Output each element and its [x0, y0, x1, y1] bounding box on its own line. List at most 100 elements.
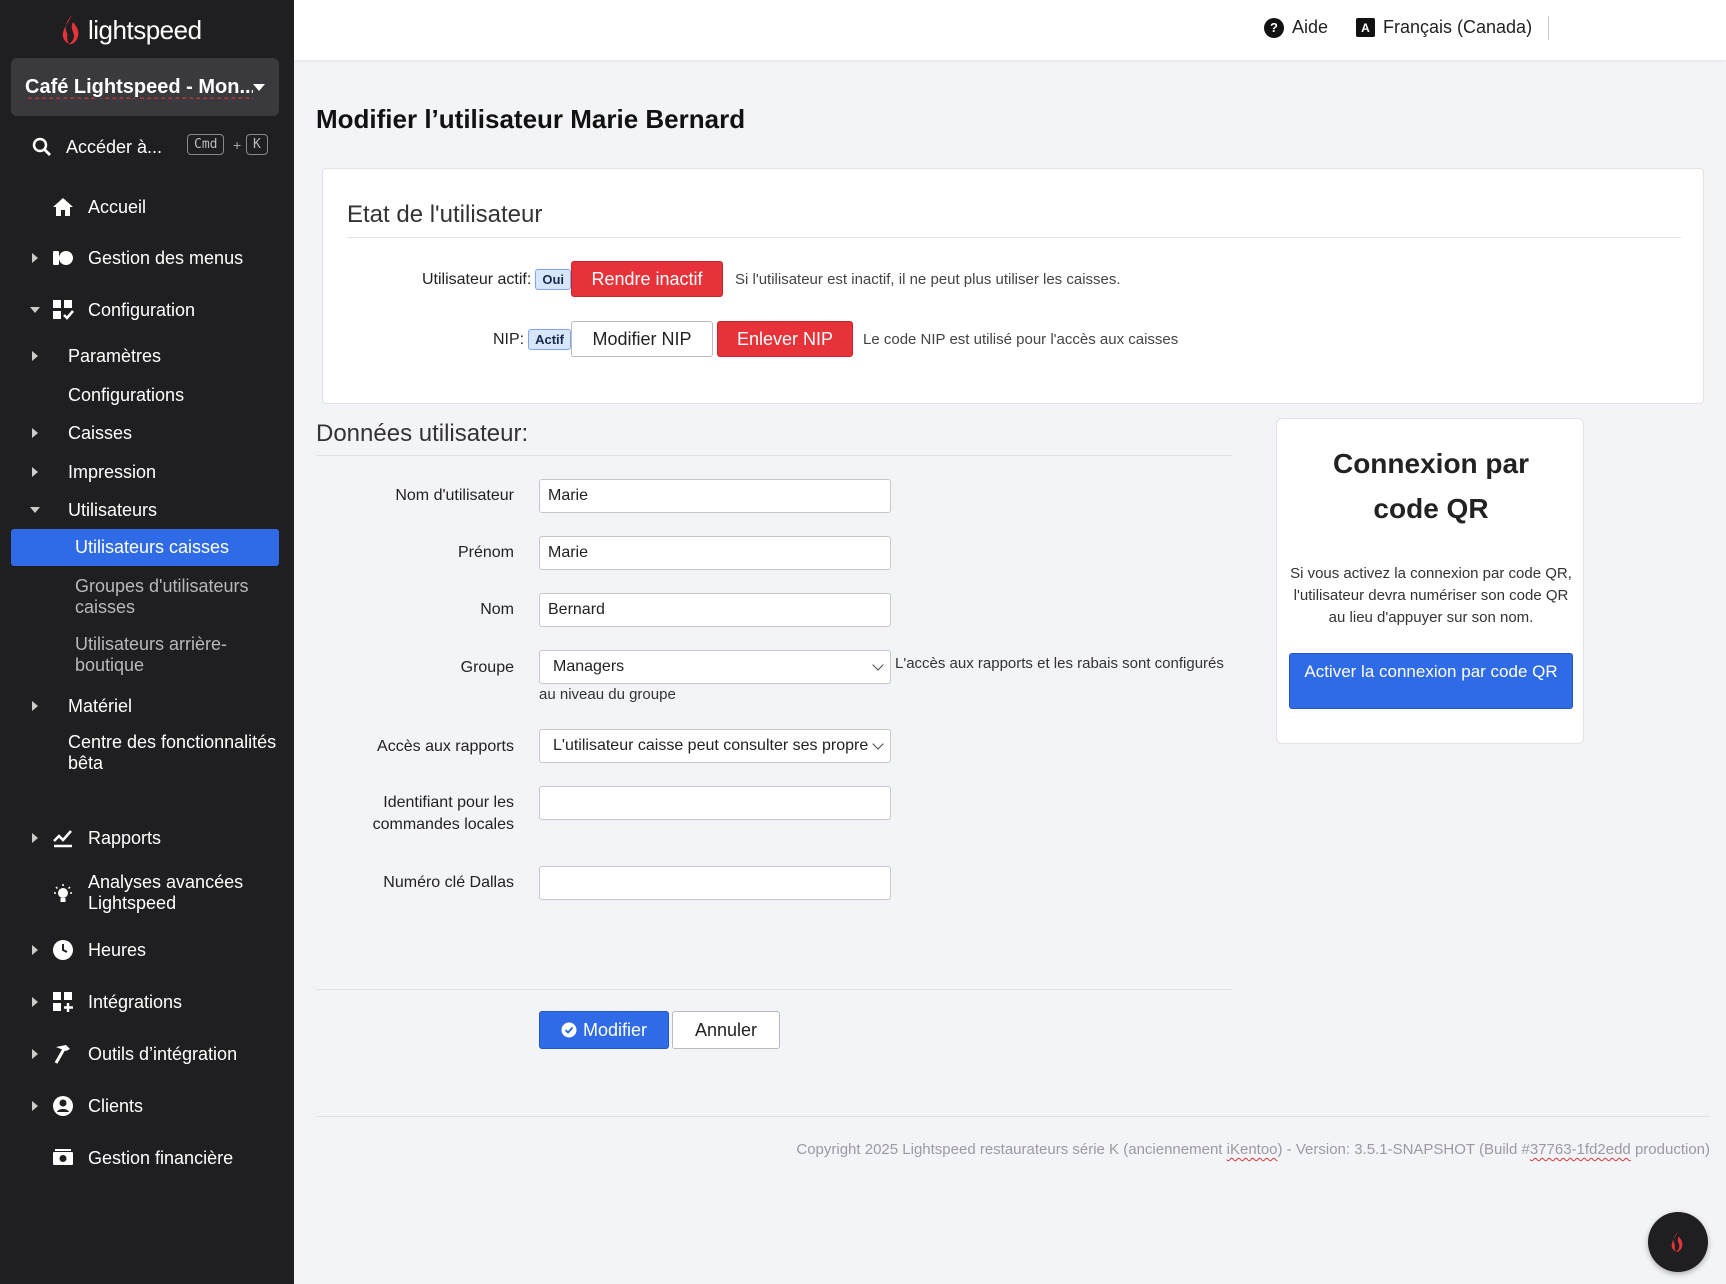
quick-access-search[interactable]: Accéder à... Cmd + K: [32, 132, 282, 162]
sidebar-item-label: Caisses: [68, 422, 133, 443]
sidebar-item-parametres[interactable]: Paramètres: [0, 344, 294, 368]
top-bar: ? Aide A Français (Canada): [294, 0, 1726, 60]
qr-login-card: Connexion par code QR Si vous activez la…: [1276, 418, 1584, 744]
sidebar-item-clients[interactable]: Clients: [0, 1094, 294, 1118]
sidebar-item-outils-integration[interactable]: Outils d’intégration: [0, 1042, 294, 1066]
sidebar-item-configuration[interactable]: Configuration: [0, 298, 294, 322]
sidebar-item-impression[interactable]: Impression: [0, 460, 294, 484]
remove-pin-button[interactable]: Enlever NIP: [717, 321, 853, 357]
expand-arrow-icon: [32, 997, 38, 1007]
reports-icon: [52, 827, 74, 849]
qr-title: Connexion par code QR: [1332, 448, 1529, 524]
local-orders-id-input[interactable]: [539, 786, 891, 820]
sidebar-item-label: Outils d’intégration: [88, 1043, 238, 1064]
help-label: Aide: [1292, 17, 1329, 37]
enable-qr-login-button[interactable]: Activer la connexion par code QR: [1289, 653, 1573, 709]
pin-label: NIP:: [492, 331, 525, 348]
expand-arrow-icon: [32, 253, 38, 263]
lightbulb-icon: [52, 883, 74, 905]
sidebar-item-label: Analyses avancées Lightspeed: [88, 872, 244, 913]
expand-arrow-icon: [32, 428, 38, 438]
sidebar-item-label: Intégrations: [88, 991, 183, 1012]
sidebar-item-configurations[interactable]: Configurations: [0, 383, 294, 407]
footer-text-1: Copyright 2025 Lightspeed restaurateurs …: [796, 1141, 1227, 1158]
flame-icon: [1671, 1231, 1683, 1252]
modify-pin-button[interactable]: Modifier NIP: [571, 321, 713, 357]
username-label: Nom d'utilisateur: [395, 487, 514, 504]
divider: [316, 989, 1232, 990]
firstname-label: Prénom: [457, 544, 514, 561]
active-badge: Oui: [535, 269, 571, 290]
sidebar-item-gestion-menus[interactable]: Gestion des menus: [0, 246, 294, 270]
sidebar-item-gestion-financiere[interactable]: Gestion financière: [0, 1146, 294, 1170]
local-orders-id-label: Identifiant pour les commandes locales: [372, 794, 514, 833]
sidebar-item-caisses[interactable]: Caisses: [0, 421, 294, 445]
expand-arrow-icon: [32, 945, 38, 955]
user-state-title: Etat de l'utilisateur: [347, 201, 543, 228]
sidebar-item-integrations[interactable]: Intégrations: [0, 990, 294, 1014]
pin-help: Le code NIP est utilisé pour l'accès aux…: [863, 331, 1179, 348]
store-selector[interactable]: Café Lightspeed - Mon...: [11, 58, 279, 116]
active-label: Utilisateur actif:: [421, 271, 532, 288]
sidebar-item-label: Utilisateurs: [68, 499, 158, 520]
page-title: Modifier l’utilisateur Marie Bernard: [316, 104, 746, 134]
active-status: Utilisateur actif: Oui: [363, 269, 571, 290]
sidebar-item-label: Centre des fonctionnalités bêta: [68, 732, 277, 773]
reports-access-select[interactable]: L'utilisateur caisse peut consulter ses …: [539, 729, 891, 763]
logo-text: lightspeed: [88, 14, 202, 45]
lightspeed-logo[interactable]: lightspeed: [62, 8, 202, 52]
shortcut-plus: +: [233, 137, 242, 153]
sidebar-item-utilisateurs-arriere-boutique[interactable]: Utilisateurs arrière-boutique: [75, 634, 265, 678]
sidebar-item-utilisateurs[interactable]: Utilisateurs: [0, 498, 294, 522]
username-input[interactable]: [539, 479, 891, 513]
help-icon: ?: [1264, 17, 1284, 38]
group-help-line-1: L'accès aux rapports et les rabais sont …: [895, 655, 1224, 672]
help-link[interactable]: ? Aide: [1264, 17, 1328, 38]
footer-brand: iKentoo: [1226, 1141, 1278, 1158]
sidebar-item-accueil[interactable]: Accueil: [0, 195, 294, 219]
sidebar-item-utilisateurs-caisses[interactable]: Utilisateurs caisses: [11, 529, 279, 566]
footer-copyright: Copyright 2025 Lightspeed restaurateurs …: [796, 1141, 1710, 1158]
group-select[interactable]: Managers: [539, 650, 891, 684]
sidebar-item-centre-beta[interactable]: Centre des fonctionnalités bêta: [68, 732, 278, 776]
expand-arrow-icon: [32, 351, 38, 361]
sidebar-item-label: Utilisateurs caisses: [75, 537, 230, 557]
submit-button[interactable]: Modifier: [539, 1011, 669, 1049]
sidebar-item-label: Matériel: [68, 695, 133, 716]
sidebar-item-label: Heures: [88, 939, 147, 960]
sidebar-item-analyses-avancees[interactable]: Analyses avancées Lightspeed: [0, 872, 294, 916]
sidebar: lightspeed Café Lightspeed - Mon... Accé…: [0, 0, 294, 1284]
collapse-arrow-icon: [30, 307, 40, 313]
sidebar-item-label: Paramètres: [68, 345, 162, 366]
sidebar-item-label: Clients: [88, 1095, 144, 1116]
expand-arrow-icon: [32, 701, 38, 711]
shortcut-k: K: [246, 134, 268, 155]
dallas-key-input[interactable]: [539, 866, 891, 900]
sidebar-item-heures[interactable]: Heures: [0, 938, 294, 962]
group-selected: Managers: [553, 658, 625, 675]
footer-text-2: ) - Version: 3.5.1-SNAPSHOT (Build #: [1277, 1141, 1530, 1158]
flame-icon: [62, 15, 79, 45]
user-state-card: Etat de l'utilisateur Utilisateur actif:…: [322, 168, 1704, 404]
footer-build: 37763-1fd2edd: [1529, 1141, 1631, 1158]
sidebar-item-label: Utilisateurs arrière-boutique: [75, 634, 228, 675]
clock-icon: [52, 939, 74, 961]
deactivate-button[interactable]: Rendre inactif: [571, 261, 723, 297]
lastname-input[interactable]: [539, 593, 891, 627]
language-selector[interactable]: A Français (Canada): [1356, 17, 1532, 38]
sidebar-item-groupes-utilisateurs[interactable]: Groupes d'utilisateurs caisses: [75, 576, 275, 620]
group-label: Groupe: [460, 659, 514, 676]
check-circle-icon: [561, 1022, 577, 1038]
sidebar-item-label: Configurations: [68, 384, 185, 405]
support-chat-button[interactable]: [1648, 1212, 1708, 1272]
firstname-input[interactable]: [539, 536, 891, 570]
expand-arrow-icon: [32, 833, 38, 843]
submit-label: Modifier: [582, 1019, 648, 1040]
user-circle-icon: [52, 1095, 74, 1117]
sidebar-item-rapports[interactable]: Rapports: [0, 826, 294, 850]
sidebar-item-label: Configuration: [88, 299, 196, 320]
search-icon: [32, 137, 51, 156]
sidebar-item-materiel[interactable]: Matériel: [0, 694, 294, 718]
cancel-button[interactable]: Annuler: [672, 1011, 780, 1049]
user-data-title: Données utilisateur:: [316, 420, 529, 447]
